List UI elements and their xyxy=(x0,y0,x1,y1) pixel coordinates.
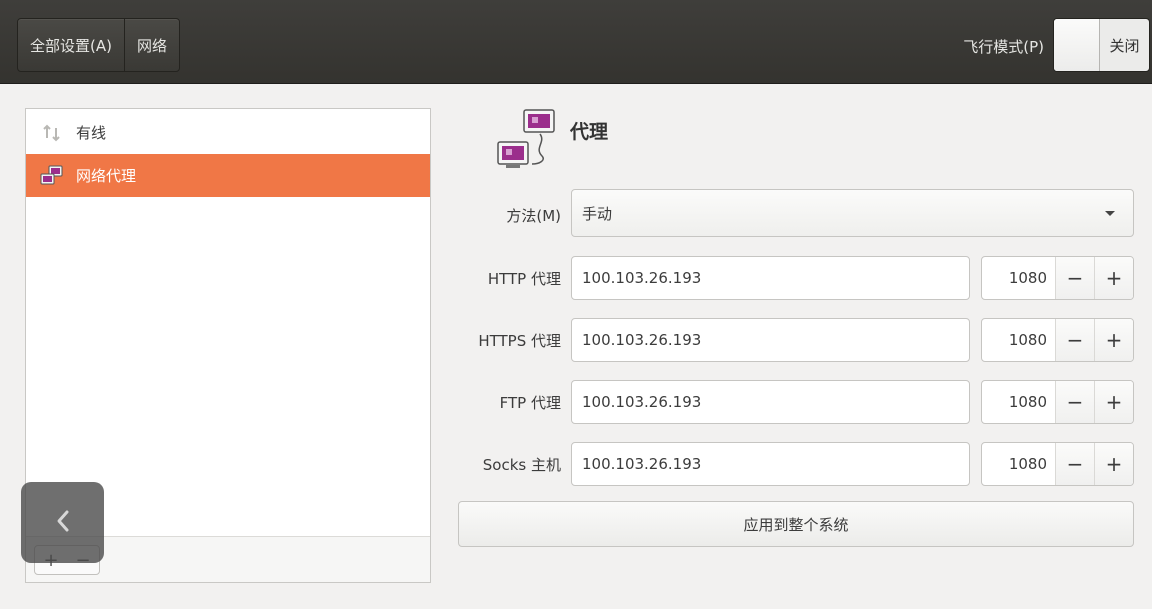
airplane-mode-label: 飞行模式(P) xyxy=(963,38,1044,56)
ftp-proxy-port-input[interactable]: 1080 xyxy=(982,381,1055,423)
http-proxy-port-spinner: 1080 − + xyxy=(981,256,1134,300)
ftp-port-decrement-button[interactable]: − xyxy=(1055,381,1094,423)
socks-port-spinner: 1080 − + xyxy=(981,442,1134,486)
page-title: 代理 xyxy=(570,121,609,143)
method-dropdown[interactable]: 手动 xyxy=(571,189,1134,237)
proxy-icon xyxy=(496,108,560,172)
http-proxy-label: HTTP 代理 xyxy=(487,270,561,288)
sidebar-item-network-proxy[interactable]: 网络代理 xyxy=(26,154,430,197)
socks-host-label: Socks 主机 xyxy=(482,456,561,474)
socks-port-decrement-button[interactable]: − xyxy=(1055,443,1094,485)
chevron-left-icon xyxy=(55,509,71,537)
network-wired-icon xyxy=(40,121,64,145)
ftp-proxy-port-spinner: 1080 − + xyxy=(981,380,1134,424)
apply-system-wide-button[interactable]: 应用到整个系统 xyxy=(458,501,1134,547)
method-value: 手动 xyxy=(582,204,613,223)
breadcrumb-network[interactable]: 网络 xyxy=(123,19,179,71)
airplane-mode-switch[interactable]: 关闭 xyxy=(1053,18,1150,72)
switch-state-text: 关闭 xyxy=(1109,36,1140,55)
sidebar-item-label: 有线 xyxy=(76,124,107,142)
socks-host-input[interactable]: 100.103.26.193 xyxy=(571,442,970,486)
socks-port-input[interactable]: 1080 xyxy=(982,443,1055,485)
ftp-proxy-host-input[interactable]: 100.103.26.193 xyxy=(571,380,970,424)
sidebar-item-wired[interactable]: 有线 xyxy=(26,111,430,154)
header-bar: 全部设置(A) 网络 飞行模式(P) 关闭 xyxy=(0,0,1152,84)
https-proxy-label: HTTPS 代理 xyxy=(478,332,561,350)
https-port-increment-button[interactable]: + xyxy=(1094,319,1133,361)
https-port-decrement-button[interactable]: − xyxy=(1055,319,1094,361)
http-proxy-port-input[interactable]: 1080 xyxy=(982,257,1055,299)
https-proxy-port-input[interactable]: 1080 xyxy=(982,319,1055,361)
http-proxy-host-input[interactable]: 100.103.26.193 xyxy=(571,256,970,300)
http-port-decrement-button[interactable]: − xyxy=(1055,257,1094,299)
sidebar-item-label: 网络代理 xyxy=(76,167,137,185)
socks-port-increment-button[interactable]: + xyxy=(1094,443,1133,485)
network-proxy-icon xyxy=(40,164,64,188)
method-label: 方法(M) xyxy=(506,207,561,225)
breadcrumb-all-settings[interactable]: 全部设置(A) xyxy=(18,19,124,71)
https-proxy-port-spinner: 1080 − + xyxy=(981,318,1134,362)
back-button[interactable] xyxy=(21,482,104,563)
chevron-down-icon xyxy=(1105,211,1115,216)
https-proxy-host-input[interactable]: 100.103.26.193 xyxy=(571,318,970,362)
switch-knob[interactable] xyxy=(1054,19,1100,71)
ftp-proxy-label: FTP 代理 xyxy=(499,394,561,412)
http-port-increment-button[interactable]: + xyxy=(1094,257,1133,299)
breadcrumb: 全部设置(A) 网络 xyxy=(17,18,180,72)
ftp-port-increment-button[interactable]: + xyxy=(1094,381,1133,423)
